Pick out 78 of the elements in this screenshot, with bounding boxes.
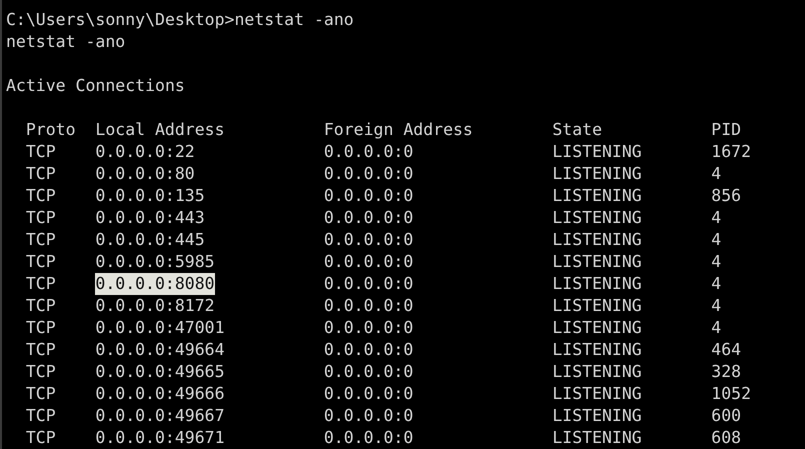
table-cell: TCP (26, 251, 56, 273)
table-cell: 464 (711, 339, 742, 361)
table-cell: 1052 (711, 383, 752, 405)
command-echo-line: netstat -ano (6, 31, 126, 53)
table-cell: 0.0.0.0:0 (324, 427, 414, 449)
table-cell: 0.0.0.0:49667 (95, 405, 225, 427)
table-cell: TCP (26, 295, 56, 317)
table-cell: 0.0.0.0:0 (324, 163, 414, 185)
table-cell: 0.0.0.0:0 (324, 339, 414, 361)
table-cell: 0.0.0.0:0 (324, 405, 414, 427)
table-cell: LISTENING (552, 207, 642, 229)
table-cell: 0.0.0.0:0 (324, 229, 414, 251)
table-cell: 0.0.0.0:0 (324, 383, 414, 405)
column-header: PID (711, 119, 742, 141)
table-cell: 4 (711, 207, 722, 229)
table-cell: 0.0.0.0:5985 (95, 251, 215, 273)
table-cell: LISTENING (552, 317, 642, 339)
table-cell: LISTENING (552, 185, 642, 207)
table-cell: TCP (26, 273, 56, 295)
table-cell: 856 (711, 185, 742, 207)
column-header: State (552, 119, 602, 141)
table-cell: 0.0.0.0:0 (324, 295, 414, 317)
table-cell: TCP (26, 207, 56, 229)
table-cell: LISTENING (552, 141, 642, 163)
table-cell: 4 (711, 317, 722, 339)
table-cell: LISTENING (552, 273, 642, 295)
table-cell: 0.0.0.0:0 (324, 251, 414, 273)
table-cell: TCP (26, 361, 56, 383)
table-cell: 608 (711, 427, 742, 449)
table-cell: 0.0.0.0:80 (95, 163, 195, 185)
table-cell: LISTENING (552, 383, 642, 405)
table-cell: 0.0.0.0:0 (324, 141, 414, 163)
table-cell: 600 (711, 405, 742, 427)
table-cell: 0.0.0.0:0 (324, 185, 414, 207)
table-cell: 0.0.0.0:0 (324, 273, 414, 295)
table-cell: 0.0.0.0:0 (324, 207, 414, 229)
table-cell: TCP (26, 383, 56, 405)
table-cell: 0.0.0.0:49666 (95, 383, 225, 405)
table-cell: TCP (26, 163, 56, 185)
table-cell: 0.0.0.0:0 (324, 317, 414, 339)
highlighted-text: 0.0.0.0:8080 (95, 273, 215, 295)
table-cell: LISTENING (552, 361, 642, 383)
table-cell: TCP (26, 185, 56, 207)
table-cell: TCP (26, 141, 56, 163)
table-cell: TCP (26, 229, 56, 251)
table-cell: 4 (711, 251, 722, 273)
table-cell: TCP (26, 317, 56, 339)
table-cell: TCP (26, 339, 56, 361)
table-cell: LISTENING (552, 427, 642, 449)
column-header: Proto (26, 119, 76, 141)
table-cell: LISTENING (552, 295, 642, 317)
table-cell: LISTENING (552, 163, 642, 185)
table-cell: 0.0.0.0:47001 (95, 317, 225, 339)
table-cell: TCP (26, 427, 56, 449)
table-cell: 0.0.0.0:135 (95, 185, 205, 207)
table-cell: TCP (26, 405, 56, 427)
table-cell: 0.0.0.0:49671 (95, 427, 225, 449)
table-cell: 4 (711, 163, 722, 185)
table-cell: 0.0.0.0:0 (324, 361, 414, 383)
table-cell: 328 (711, 361, 742, 383)
table-cell: 0.0.0.0:8172 (95, 295, 215, 317)
table-cell: 0.0.0.0:49664 (95, 339, 225, 361)
table-cell: 4 (711, 295, 722, 317)
column-header: Local Address (95, 119, 225, 141)
table-cell: LISTENING (552, 251, 642, 273)
table-cell: 4 (711, 273, 722, 295)
table-cell: 1672 (711, 141, 752, 163)
table-cell: 0.0.0.0:443 (95, 207, 205, 229)
table-cell: 0.0.0.0:22 (95, 141, 195, 163)
table-cell: 4 (711, 229, 722, 251)
column-header: Foreign Address (324, 119, 473, 141)
table-cell: 0.0.0.0:49665 (95, 361, 225, 383)
table-cell: LISTENING (552, 339, 642, 361)
command-prompt-line: C:\Users\sonny\Desktop>netstat -ano (6, 9, 354, 31)
table-cell: 0.0.0.0:445 (95, 229, 205, 251)
table-cell: LISTENING (552, 405, 642, 427)
section-title: Active Connections (6, 75, 185, 97)
table-cell: LISTENING (552, 229, 642, 251)
